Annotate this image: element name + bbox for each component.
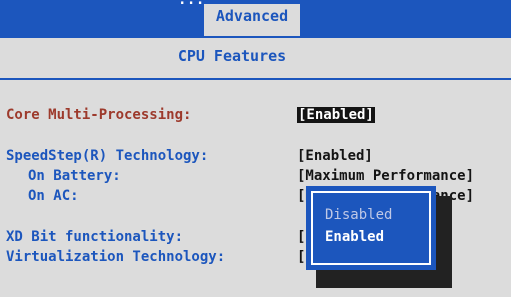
page-heading: CPU Features xyxy=(0,36,511,80)
bios-title-bar: ... Advanced xyxy=(0,0,511,36)
bios-title-text: ... xyxy=(178,0,205,8)
setting-core-multi-processing-label[interactable]: Core Multi-Processing: xyxy=(6,107,191,123)
setting-xd-bit-value[interactable]: [ xyxy=(297,229,305,245)
setting-virtualization-value[interactable]: [ xyxy=(297,249,305,265)
option-enabled[interactable]: Enabled xyxy=(325,229,384,245)
page-title: CPU Features xyxy=(177,47,287,65)
option-popup-frame: Disabled Enabled xyxy=(311,191,431,265)
setting-speedstep-value[interactable]: [Enabled] xyxy=(297,148,373,164)
setting-on-ac-label[interactable]: On AC: xyxy=(28,188,79,204)
setting-on-battery-value[interactable]: [Maximum Performance] xyxy=(297,168,474,184)
setting-core-multi-processing-value[interactable]: [Enabled] xyxy=(297,107,375,123)
option-disabled[interactable]: Disabled xyxy=(325,207,392,223)
setting-speedstep-label[interactable]: SpeedStep(R) Technology: xyxy=(6,148,208,164)
setting-xd-bit-label[interactable]: XD Bit functionality: xyxy=(6,229,183,245)
option-popup: Disabled Enabled xyxy=(306,186,436,270)
setting-virtualization-label[interactable]: Virtualization Technology: xyxy=(6,249,225,265)
tab-advanced[interactable]: Advanced xyxy=(204,4,300,36)
setting-on-battery-label[interactable]: On Battery: xyxy=(28,168,121,184)
